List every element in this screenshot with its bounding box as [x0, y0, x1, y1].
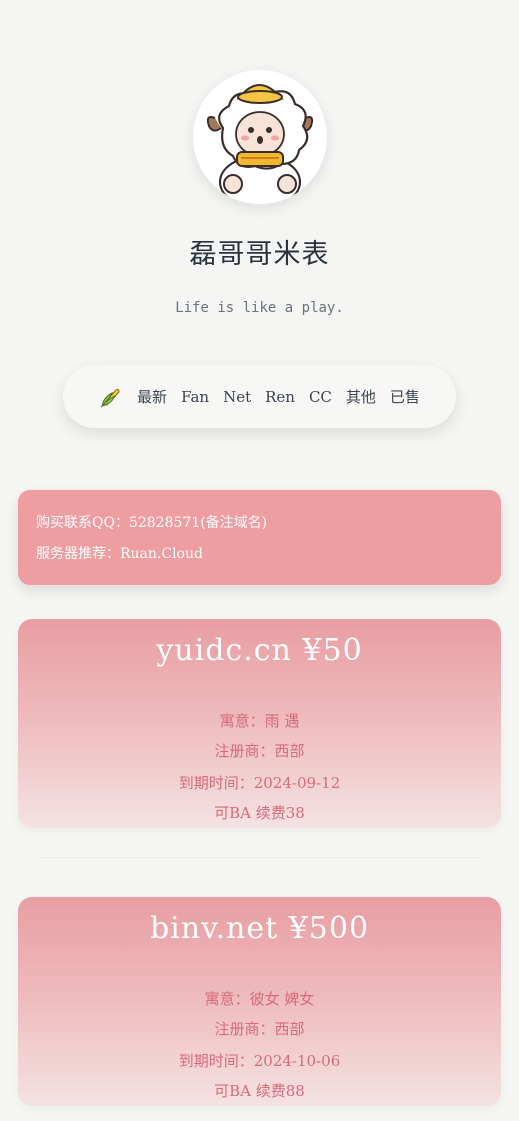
sheep-avatar-icon: [206, 84, 314, 204]
domain-meaning: 寓意：彼女 婢女: [204, 990, 315, 1008]
nav-item-sold[interactable]: 已售: [390, 386, 420, 407]
domain-card[interactable]: yuidc.cn ¥50 寓意：雨 遇 注册商：西部 到期时间：2024-09-…: [18, 619, 501, 828]
nav-item-latest[interactable]: 最新: [137, 386, 167, 407]
nav-item-other[interactable]: 其他: [346, 386, 376, 407]
corn-icon[interactable]: [99, 385, 123, 409]
nav-item-net[interactable]: Net: [223, 388, 251, 406]
nav-item-fan[interactable]: Fan: [181, 388, 209, 406]
nav-item-ren[interactable]: Ren: [265, 388, 295, 406]
nav-item-cc[interactable]: CC: [309, 388, 332, 406]
domain-title[interactable]: binv.net ¥500: [18, 911, 501, 946]
domain-meaning: 寓意：雨 遇: [219, 712, 300, 730]
notice-box: 购买联系QQ：52828571(备注域名) 服务器推荐：Ruan.Cloud: [18, 490, 501, 585]
notice-contact: 购买联系QQ：52828571(备注域名): [36, 515, 268, 531]
domain-registrar: 注册商：西部: [214, 742, 305, 760]
site-title: 磊哥哥米表: [189, 239, 330, 270]
domain-renewal: 可BA 续费38: [214, 804, 305, 822]
category-nav: 最新 Fan Net Ren CC 其他 已售: [63, 365, 456, 428]
avatar: [193, 70, 327, 204]
domain-title[interactable]: yuidc.cn ¥50: [18, 633, 501, 668]
domain-registrar: 注册商：西部: [214, 1020, 305, 1038]
domain-card[interactable]: binv.net ¥500 寓意：彼女 婢女 注册商：西部 到期时间：2024-…: [18, 897, 501, 1106]
page: 磊哥哥米表 Life is like a play. 最新 Fan Net Re…: [0, 0, 519, 1121]
domain-expiry: 到期时间：2024-10-06: [178, 1052, 341, 1070]
domain-renewal: 可BA 续费88: [214, 1082, 305, 1100]
notice-server[interactable]: 服务器推荐：Ruan.Cloud: [36, 543, 203, 563]
domain-expiry: 到期时间：2024-09-12: [178, 774, 341, 792]
site-description: Life is like a play.: [175, 300, 344, 316]
divider: [40, 857, 480, 858]
